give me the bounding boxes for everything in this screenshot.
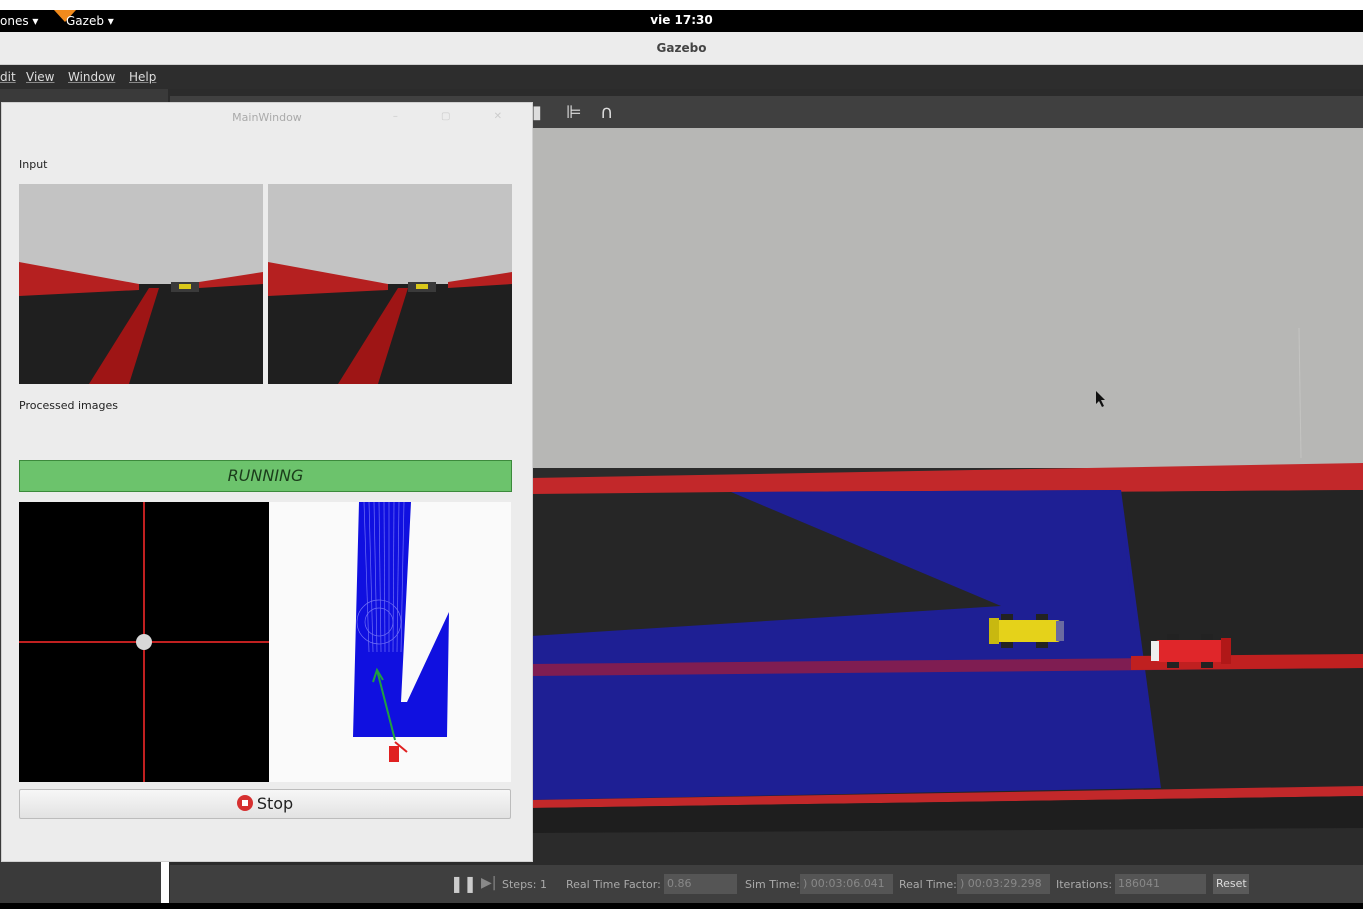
- magnet-icon[interactable]: ∩: [600, 102, 613, 123]
- stop-label: Stop: [256, 794, 294, 813]
- status-banner: RUNNING: [19, 460, 512, 492]
- stop-button[interactable]: Stop: [19, 789, 511, 819]
- main-window: MainWindow – ▢ ✕ Input Processed images …: [1, 102, 533, 862]
- menubar: dit View Window Help: [0, 65, 1363, 89]
- real-time-field: ) 00:03:29.298: [957, 874, 1050, 894]
- copy-icon[interactable]: ▮: [532, 102, 542, 123]
- left-camera-image: [19, 184, 263, 384]
- sim-status-bar: ❚❚ ▶| Steps: 1 Real Time Factor: 0.86 Si…: [170, 865, 1363, 903]
- input-label: Input: [19, 158, 48, 171]
- reset-button[interactable]: Reset: [1213, 874, 1249, 894]
- dock-splitter[interactable]: [161, 860, 169, 905]
- menu-view[interactable]: View: [26, 70, 54, 84]
- bottom-strip: [0, 903, 1363, 909]
- iterations-field: 186041: [1115, 874, 1206, 894]
- menu-edit[interactable]: dit: [0, 70, 16, 84]
- right-camera-image: [268, 184, 512, 384]
- gazebo-3d-scene[interactable]: [531, 128, 1363, 865]
- window-title: Gazebo: [0, 32, 1363, 65]
- target-crosshair-view: [19, 502, 269, 782]
- clock[interactable]: vie 17:30: [0, 13, 1363, 27]
- steps-value[interactable]: 1: [540, 878, 547, 891]
- real-time-label: Real Time:: [899, 878, 957, 891]
- top-border: [0, 0, 1363, 10]
- align-icon[interactable]: ⊫: [566, 102, 582, 123]
- processed-images-label: Processed images: [19, 399, 118, 412]
- iterations-label: Iterations:: [1056, 878, 1113, 891]
- menu-help[interactable]: Help: [129, 70, 156, 84]
- steps-label: Steps:: [502, 878, 537, 891]
- laser-scan-view: [269, 502, 511, 782]
- window-controls[interactable]: – ▢ ✕: [393, 111, 522, 122]
- menu-window[interactable]: Window: [68, 70, 115, 84]
- stop-icon: [236, 795, 253, 811]
- rtf-label: Real Time Factor:: [566, 878, 661, 891]
- step-icon[interactable]: ▶|: [481, 875, 496, 891]
- sim-time-field: ) 00:03:06.041: [800, 874, 893, 894]
- top-panel: ones ▾ Gazeb ▾ vie 17:30: [0, 10, 1363, 32]
- rtf-field: 0.86: [664, 874, 737, 894]
- sim-time-label: Sim Time:: [745, 878, 800, 891]
- pause-icon[interactable]: ❚❚: [450, 874, 477, 893]
